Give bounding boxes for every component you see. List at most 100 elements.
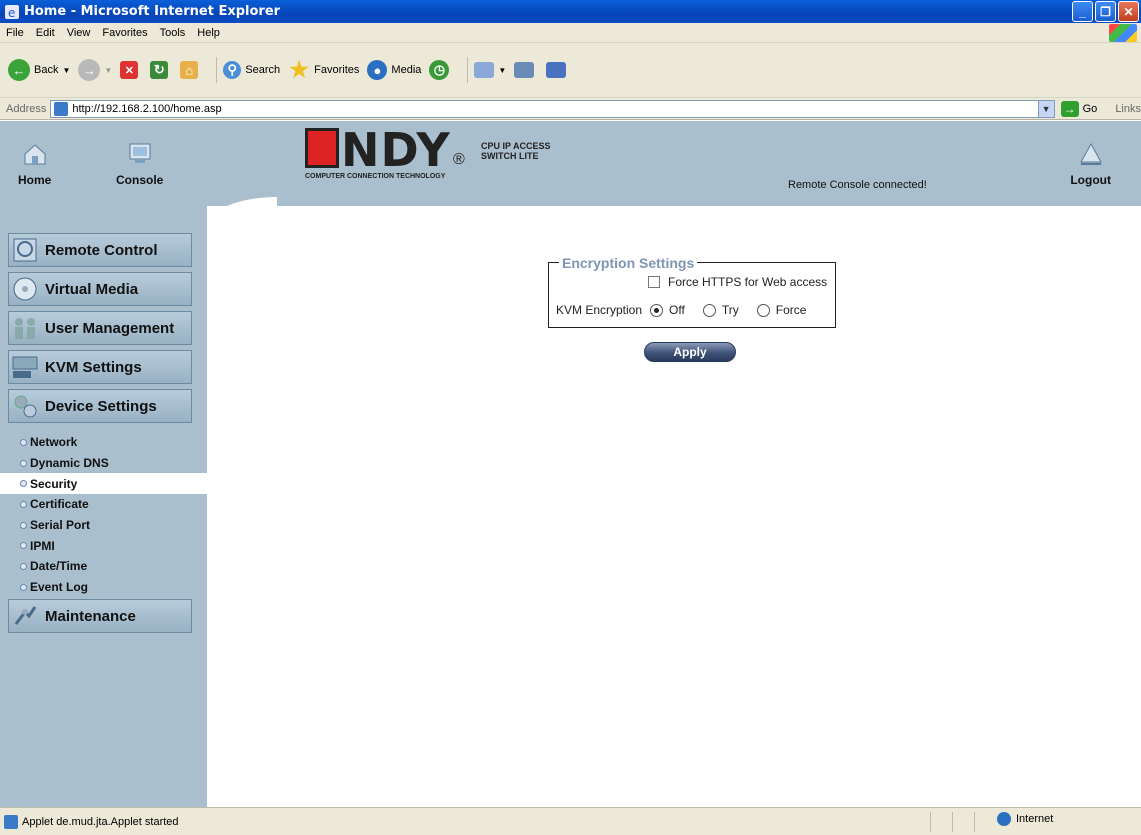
page-status-icon xyxy=(4,814,18,829)
links-button[interactable]: Links xyxy=(1115,103,1141,115)
radio-try[interactable] xyxy=(702,303,716,317)
bullet-icon xyxy=(20,459,27,467)
zone-label: Internet xyxy=(1016,813,1054,825)
kvm-option-try[interactable]: Try xyxy=(702,303,739,317)
page-content: Home Console NDY ® CPU IP ACCESS SWITCH … xyxy=(0,121,1141,807)
sub-item-dynamic-dns[interactable]: Dynamic DNS xyxy=(0,453,207,474)
mail-dropdown-icon[interactable]: ▼ xyxy=(498,66,506,75)
nav-home[interactable]: Home xyxy=(18,141,51,187)
bullet-icon xyxy=(20,500,27,508)
bullet-icon xyxy=(20,542,27,550)
menu-virtual-media-label: Virtual Media xyxy=(45,280,139,298)
menu-remote-control[interactable]: Remote Control xyxy=(8,233,192,267)
menu-file[interactable]: File xyxy=(6,27,24,39)
radio-force-label: Force xyxy=(775,303,807,317)
nav-logout[interactable]: Logout xyxy=(1070,141,1111,187)
address-dropdown-icon[interactable]: ▼ xyxy=(1037,100,1054,117)
print-button[interactable] xyxy=(514,62,538,78)
bullet-icon xyxy=(20,583,27,591)
edit-button[interactable] xyxy=(546,62,570,78)
sub-item-label: Event Log xyxy=(30,580,89,595)
disc-icon xyxy=(13,277,37,301)
search-button[interactable]: ⚲ Search xyxy=(223,61,280,79)
encryption-settings-legend: Encryption Settings xyxy=(559,255,698,271)
sub-item-serial-port[interactable]: Serial Port xyxy=(0,515,207,536)
svg-text:e: e xyxy=(8,6,15,20)
bullet-icon xyxy=(20,562,27,570)
users-icon xyxy=(15,318,35,339)
go-label: Go xyxy=(1082,102,1098,115)
gears-icon xyxy=(14,395,37,418)
menu-tools[interactable]: Tools xyxy=(160,27,186,39)
menu-bar: File Edit View Favorites Tools Help xyxy=(0,23,1141,43)
back-label: Back xyxy=(34,64,59,76)
forward-arrow-icon: → xyxy=(78,59,101,81)
kvm-encryption-row: KVM Encryption Off Try Force xyxy=(556,303,816,317)
forward-dropdown-icon[interactable]: ▼ xyxy=(104,66,112,75)
menu-kvm-settings[interactable]: KVM Settings xyxy=(8,350,192,384)
menu-favorites[interactable]: Favorites xyxy=(102,27,147,39)
logo-brand: NDY xyxy=(341,123,451,177)
menu-user-management-label: User Management xyxy=(45,319,175,337)
kvm-option-off[interactable]: Off xyxy=(650,303,685,317)
favorites-button[interactable]: ★ Favorites xyxy=(288,57,359,82)
printer-icon xyxy=(514,62,535,78)
sub-item-security[interactable]: Security xyxy=(0,473,207,495)
back-dropdown-icon[interactable]: ▼ xyxy=(62,66,70,75)
go-button[interactable]: → Go xyxy=(1060,100,1098,117)
menu-device-settings[interactable]: Device Settings xyxy=(8,389,192,423)
menu-maintenance[interactable]: Maintenance xyxy=(8,599,192,633)
forward-button[interactable]: → ▼ xyxy=(78,59,112,81)
menu-device-settings-label: Device Settings xyxy=(45,397,157,415)
home-icon: ⌂ xyxy=(180,61,199,79)
status-text: Applet de.mud.jta.Applet started xyxy=(22,815,179,828)
menu-remote-control-label: Remote Control xyxy=(45,241,158,259)
mail-icon xyxy=(474,62,495,78)
bullet-icon xyxy=(20,438,27,446)
home-button[interactable]: ⌂ xyxy=(180,61,202,79)
sub-item-label: Serial Port xyxy=(30,518,91,533)
lindy-logo: NDY ® CPU IP ACCESS SWITCH LITE COMPUTER… xyxy=(305,125,565,185)
minimize-button[interactable]: _ xyxy=(1072,1,1093,22)
keyboard-icon xyxy=(12,356,38,378)
address-input[interactable]: http://192.168.2.100/home.asp ▼ xyxy=(50,99,1055,118)
force-https-checkbox[interactable] xyxy=(648,276,660,288)
menu-virtual-media[interactable]: Virtual Media xyxy=(8,272,192,306)
history-button[interactable]: ◷ xyxy=(429,60,453,80)
kvm-option-force[interactable]: Force xyxy=(756,303,807,317)
sub-item-event-log[interactable]: Event Log xyxy=(0,577,207,598)
menu-edit[interactable]: Edit xyxy=(36,27,55,39)
app-header: Home Console NDY ® CPU IP ACCESS SWITCH … xyxy=(0,121,1141,206)
media-button[interactable]: ● Media xyxy=(367,60,421,80)
sub-item-certificate[interactable]: Certificate xyxy=(0,494,207,515)
refresh-button[interactable]: ↻ xyxy=(150,61,172,79)
search-icon: ⚲ xyxy=(223,61,242,79)
close-button[interactable]: ✕ xyxy=(1118,1,1139,22)
menu-view[interactable]: View xyxy=(67,27,91,39)
radio-off[interactable] xyxy=(650,303,664,317)
logo-registered: ® xyxy=(453,151,465,168)
menu-help[interactable]: Help xyxy=(197,27,220,39)
address-url: http://192.168.2.100/home.asp xyxy=(72,102,222,115)
window-title: Home - Microsoft Internet Explorer xyxy=(24,4,281,19)
nav-console[interactable]: Console xyxy=(116,141,163,187)
address-bar: Address http://192.168.2.100/home.asp ▼ … xyxy=(0,98,1141,120)
back-arrow-icon: ← xyxy=(8,59,30,81)
refresh-icon: ↻ xyxy=(150,61,169,79)
media-label: Media xyxy=(391,64,422,76)
menu-user-management[interactable]: User Management xyxy=(8,311,192,345)
apply-button[interactable]: Apply xyxy=(644,342,736,362)
status-bar: Applet de.mud.jta.Applet started Interne… xyxy=(0,807,1141,835)
title-bar: e Home - Microsoft Internet Explorer _ ❐… xyxy=(0,0,1141,23)
sub-item-date-time[interactable]: Date/Time xyxy=(0,556,207,577)
address-label: Address xyxy=(6,102,47,115)
sub-item-ipmi[interactable]: IPMI xyxy=(0,535,207,556)
stop-button[interactable]: ✕ xyxy=(120,61,142,79)
sub-item-network[interactable]: Network xyxy=(0,432,207,453)
mail-button[interactable]: ▼ xyxy=(474,62,506,78)
back-button[interactable]: ← Back ▼ xyxy=(8,59,70,81)
search-label: Search xyxy=(245,64,281,76)
history-icon: ◷ xyxy=(429,60,450,80)
radio-force[interactable] xyxy=(756,303,770,317)
maximize-button[interactable]: ❐ xyxy=(1095,1,1116,22)
